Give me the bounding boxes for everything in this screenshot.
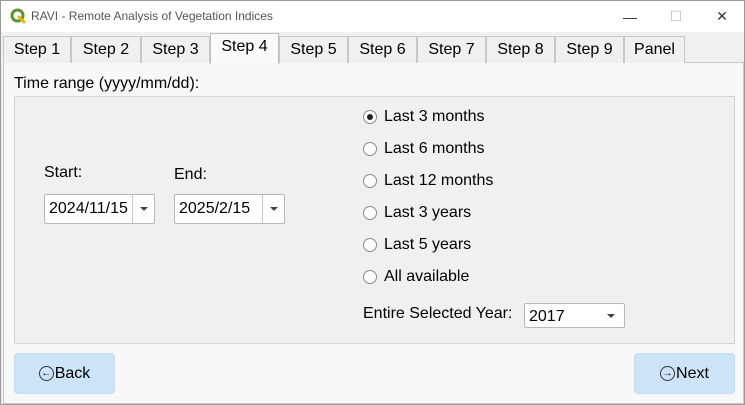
title-bar: RAVI - Remote Analysis of Vegetation Ind… bbox=[1, 1, 744, 32]
start-date-combo[interactable]: 2024/11/15 bbox=[44, 194, 155, 224]
tab-panel[interactable]: Panel bbox=[624, 36, 685, 63]
selected-year-label: Entire Selected Year: bbox=[363, 305, 513, 322]
back-button-label: Back bbox=[54, 364, 91, 382]
radio-label: Last 12 months bbox=[384, 172, 494, 189]
tab-step-8[interactable]: Step 8 bbox=[486, 36, 555, 63]
end-date-value: 2025/2/15 bbox=[179, 200, 251, 217]
back-button[interactable]: ← Back bbox=[14, 353, 115, 394]
tab-step-5[interactable]: Step 5 bbox=[279, 36, 348, 63]
radio-last-12-months[interactable]: Last 12 months bbox=[363, 169, 493, 193]
time-range-label: Time range (yyyy/mm/dd): bbox=[14, 75, 200, 92]
radio-button[interactable] bbox=[363, 206, 377, 220]
radio-last-3-months[interactable]: Last 3 months bbox=[363, 105, 485, 129]
start-label: Start: bbox=[44, 164, 83, 181]
radio-last-6-months[interactable]: Last 6 months bbox=[363, 137, 485, 161]
tab-bar: Step 1 Step 2 Step 3 Step 4 Step 5 Step … bbox=[3, 33, 744, 64]
chevron-down-icon bbox=[607, 313, 615, 318]
qgis-app-icon bbox=[10, 8, 26, 24]
minimize-icon: — bbox=[623, 8, 637, 25]
radio-button-checked[interactable] bbox=[363, 110, 377, 124]
end-date-dropdown-arrow[interactable] bbox=[262, 195, 284, 223]
radio-last-3-years[interactable]: Last 3 years bbox=[363, 201, 471, 225]
tab-step-4[interactable]: Step 4 bbox=[210, 33, 279, 64]
radio-all-available[interactable]: All available bbox=[363, 265, 469, 289]
tab-step-2[interactable]: Step 2 bbox=[71, 36, 141, 63]
start-date-value: 2024/11/15 bbox=[49, 200, 128, 217]
chevron-down-icon bbox=[139, 207, 148, 211]
radio-button[interactable] bbox=[363, 238, 377, 252]
selected-year-combo[interactable]: 2017 bbox=[524, 303, 625, 328]
tab-step-3[interactable]: Step 3 bbox=[141, 36, 210, 63]
minimize-button[interactable]: — bbox=[607, 1, 653, 32]
window-title: RAVI - Remote Analysis of Vegetation Ind… bbox=[31, 9, 273, 23]
selected-year-value: 2017 bbox=[529, 308, 565, 325]
tab-step-1[interactable]: Step 1 bbox=[3, 36, 71, 63]
main-window: RAVI - Remote Analysis of Vegetation Ind… bbox=[0, 0, 745, 405]
radio-label: Last 3 years bbox=[384, 204, 472, 221]
next-button[interactable]: → Next bbox=[634, 353, 735, 394]
arrow-right-circle-icon: → bbox=[660, 366, 676, 381]
tab-step-6[interactable]: Step 6 bbox=[348, 36, 417, 63]
radio-button[interactable] bbox=[363, 142, 377, 156]
radio-button[interactable] bbox=[363, 174, 377, 188]
radio-last-5-years[interactable]: Last 5 years bbox=[363, 233, 471, 257]
end-date-combo[interactable]: 2025/2/15 bbox=[174, 194, 285, 224]
radio-label: All available bbox=[384, 268, 470, 285]
tab-step-9[interactable]: Step 9 bbox=[555, 36, 624, 63]
arrow-left-circle-icon: ← bbox=[38, 366, 54, 381]
chevron-down-icon bbox=[269, 207, 278, 211]
close-button[interactable]: ✕ bbox=[699, 1, 745, 32]
next-button-label: Next bbox=[676, 364, 709, 382]
close-icon: ✕ bbox=[716, 8, 728, 24]
radio-button[interactable] bbox=[363, 270, 377, 284]
radio-label: Last 6 months bbox=[384, 140, 485, 157]
maximize-icon: ☐ bbox=[669, 8, 683, 24]
maximize-button[interactable]: ☐ bbox=[653, 1, 699, 32]
year-dropdown-arrow[interactable] bbox=[598, 304, 624, 327]
tab-step-7[interactable]: Step 7 bbox=[417, 36, 486, 63]
radio-label: Last 5 years bbox=[384, 236, 472, 253]
radio-label: Last 3 months bbox=[384, 108, 485, 125]
end-label: End: bbox=[174, 166, 207, 183]
start-date-dropdown-arrow[interactable] bbox=[132, 195, 154, 223]
